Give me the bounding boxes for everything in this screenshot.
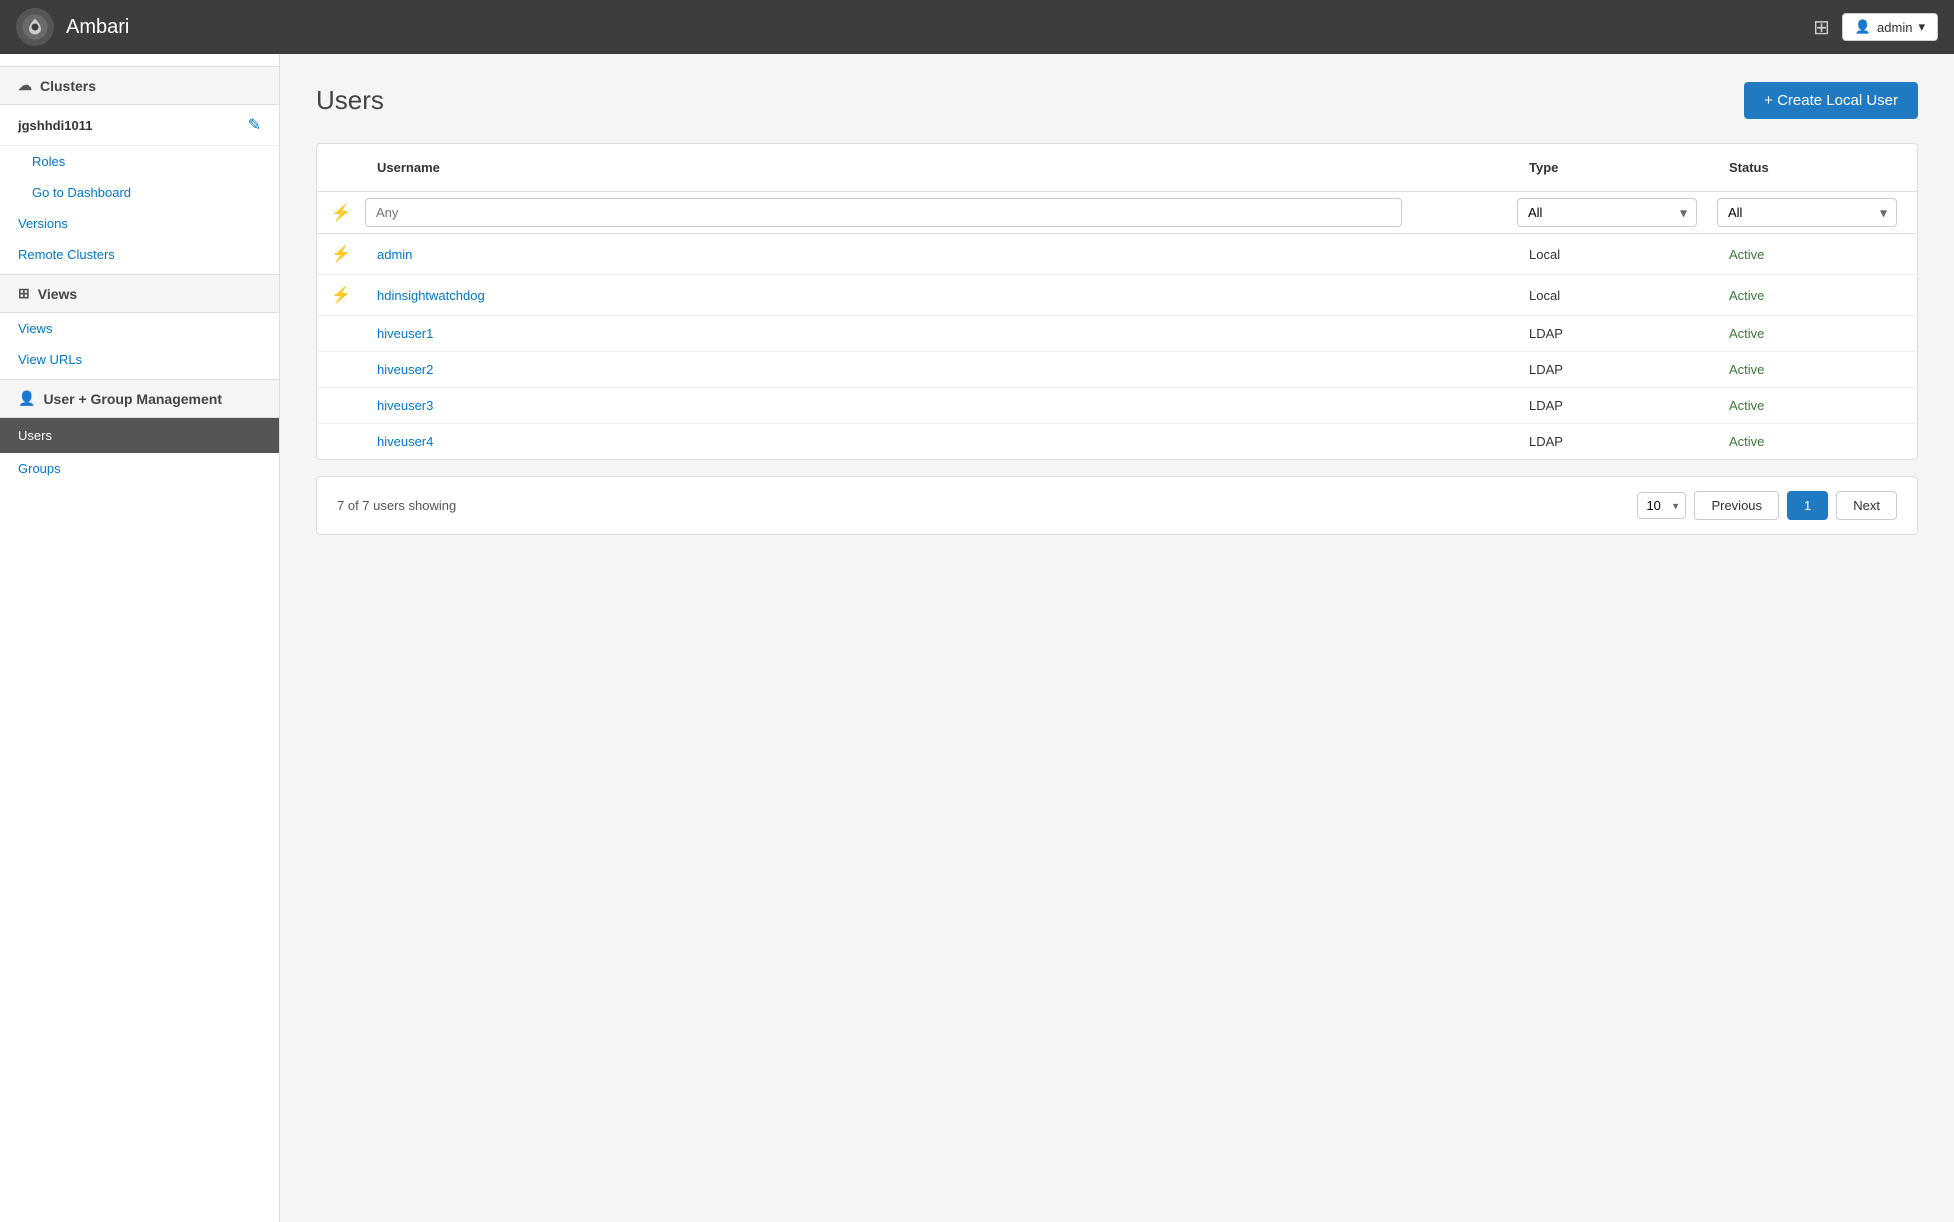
username-cell-3[interactable]: hiveuser2 [365,352,1517,387]
table-header-row: Username Type Status [317,144,1917,192]
username-cell-5[interactable]: hiveuser4 [365,424,1517,459]
user-group-section: 👤 User + Group Management Users Groups [0,379,279,484]
row-icon-cell-2 [317,324,365,344]
username-cell-1[interactable]: hdinsightwatchdog [365,278,1517,313]
bolt-icon-0: ⚡ [331,244,351,264]
status-cell-1: Active [1717,278,1917,313]
username-cell-4[interactable]: hiveuser3 [365,388,1517,423]
grid-views-icon: ⊞ [18,285,30,302]
status-filter-select[interactable]: All Active Inactive [1717,198,1897,227]
layout: ☁ Clusters jgshhdi1011 ✎ Roles Go to Das… [0,54,1954,1222]
clusters-section: ☁ Clusters jgshhdi1011 ✎ Roles Go to Das… [0,66,279,270]
type-cell-2: LDAP [1517,316,1717,351]
pagination-controls: 10 25 50 Previous 1 Next [1637,491,1897,520]
col-header-username: Username [365,154,1517,181]
row-icon-cell-5 [317,432,365,452]
next-button[interactable]: Next [1836,491,1897,520]
views-section: ⊞ Views Views View URLs [0,274,279,375]
edit-icon[interactable]: ✎ [248,115,261,135]
cloud-icon: ☁ [18,77,32,94]
app-logo [16,8,54,46]
user-group-icon: 👤 [18,390,35,407]
topnav-left: Ambari [16,8,129,46]
type-filter-select[interactable]: All Local LDAP [1517,198,1697,227]
status-filter-wrapper: All Active Inactive [1717,198,1897,227]
username-cell-2[interactable]: hiveuser1 [365,316,1517,351]
sidebar: ☁ Clusters jgshhdi1011 ✎ Roles Go to Das… [0,54,280,1222]
sidebar-link-remote-clusters[interactable]: Remote Clusters [0,239,279,270]
status-cell-0: Active [1717,237,1917,272]
status-filter-cell: All Active Inactive [1717,198,1917,227]
row-icon-cell-4 [317,396,365,416]
bolt-icon-1: ⚡ [331,285,351,305]
page-1-button[interactable]: 1 [1787,491,1828,520]
username-cell-0[interactable]: admin [365,237,1517,272]
table-filter-row: ⚡ All Local LDAP [317,192,1917,234]
page-size-select[interactable]: 10 25 50 [1637,492,1686,519]
username-filter-cell [365,198,1517,227]
user-icon: 👤 [1855,19,1871,35]
table-row: ⚡ hdinsightwatchdog Local Active [317,275,1917,316]
page-title: Users [316,85,384,116]
sidebar-link-versions[interactable]: Versions [0,208,279,239]
sidebar-link-roles[interactable]: Roles [0,146,279,177]
sidebar-item-users[interactable]: Users [0,418,279,453]
type-filter-cell: All Local LDAP [1517,198,1717,227]
app-name: Ambari [66,16,129,39]
users-table: Username Type Status ⚡ All Local [316,143,1918,460]
views-label: Views [38,286,77,302]
clusters-section-header: ☁ Clusters [0,66,279,105]
dropdown-arrow-icon: ▾ [1918,19,1925,35]
type-filter-wrapper: All Local LDAP [1517,198,1697,227]
type-cell-3: LDAP [1517,352,1717,387]
type-cell-4: LDAP [1517,388,1717,423]
status-cell-3: Active [1717,352,1917,387]
sidebar-item-groups[interactable]: Groups [0,453,279,484]
row-icon-cell-3 [317,360,365,380]
table-row: hiveuser3 LDAP Active [317,388,1917,424]
user-group-section-header: 👤 User + Group Management [0,379,279,418]
page-size-wrapper: 10 25 50 [1637,492,1686,519]
sidebar-link-dashboard[interactable]: Go to Dashboard [0,177,279,208]
create-local-user-button[interactable]: + Create Local User [1744,82,1918,119]
cluster-name: jgshhdi1011 [18,118,92,133]
col-header-status: Status [1717,154,1917,181]
filter-bolt-icon: ⚡ [331,203,351,223]
status-cell-2: Active [1717,316,1917,351]
table-row: hiveuser2 LDAP Active [317,352,1917,388]
status-cell-5: Active [1717,424,1917,459]
main-content: Users + Create Local User Username Type … [280,54,1954,1222]
type-cell-5: LDAP [1517,424,1717,459]
sidebar-link-view-urls[interactable]: View URLs [0,344,279,375]
table-row: ⚡ admin Local Active [317,234,1917,275]
topnav-right: ⊞ 👤 admin ▾ [1813,13,1938,41]
col-header-icon [317,154,365,181]
admin-label: admin [1877,20,1912,35]
admin-menu-button[interactable]: 👤 admin ▾ [1842,13,1938,41]
type-cell-1: Local [1517,278,1717,313]
table-row: hiveuser4 LDAP Active [317,424,1917,459]
grid-icon[interactable]: ⊞ [1813,15,1830,40]
filter-icon-cell: ⚡ [317,203,365,223]
col-header-type: Type [1517,154,1717,181]
user-group-label: User + Group Management [43,391,222,407]
row-icon-cell-1: ⚡ [317,275,365,315]
topnav: Ambari ⊞ 👤 admin ▾ [0,0,1954,54]
table-row: hiveuser1 LDAP Active [317,316,1917,352]
cluster-item: jgshhdi1011 ✎ [0,105,279,146]
clusters-label: Clusters [40,78,96,94]
page-header: Users + Create Local User [316,82,1918,119]
row-icon-cell-0: ⚡ [317,234,365,274]
showing-text: 7 of 7 users showing [337,498,456,513]
status-cell-4: Active [1717,388,1917,423]
type-cell-0: Local [1517,237,1717,272]
pagination-row: 7 of 7 users showing 10 25 50 Previous 1… [316,476,1918,535]
sidebar-link-views[interactable]: Views [0,313,279,344]
views-section-header: ⊞ Views [0,274,279,313]
username-filter-input[interactable] [365,198,1402,227]
users-nav-label: Users [18,428,52,443]
previous-button[interactable]: Previous [1694,491,1779,520]
